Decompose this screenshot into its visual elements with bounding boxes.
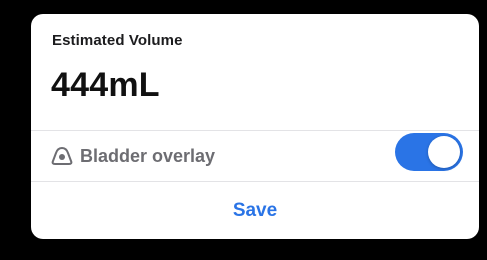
- toggle-knob: [428, 136, 460, 168]
- save-button[interactable]: Save: [31, 182, 479, 239]
- bladder-overlay-row: Bladder overlay: [31, 131, 479, 181]
- estimated-volume-label: Estimated Volume: [52, 32, 183, 49]
- screen: Estimated Volume 444mL Bladder overlay S…: [0, 0, 487, 260]
- volume-value: 444mL: [51, 66, 160, 104]
- volume-card: Estimated Volume 444mL Bladder overlay S…: [31, 14, 479, 239]
- bladder-icon: [51, 146, 73, 166]
- bladder-overlay-label: Bladder overlay: [80, 146, 216, 166]
- bladder-overlay-toggle[interactable]: [395, 133, 463, 171]
